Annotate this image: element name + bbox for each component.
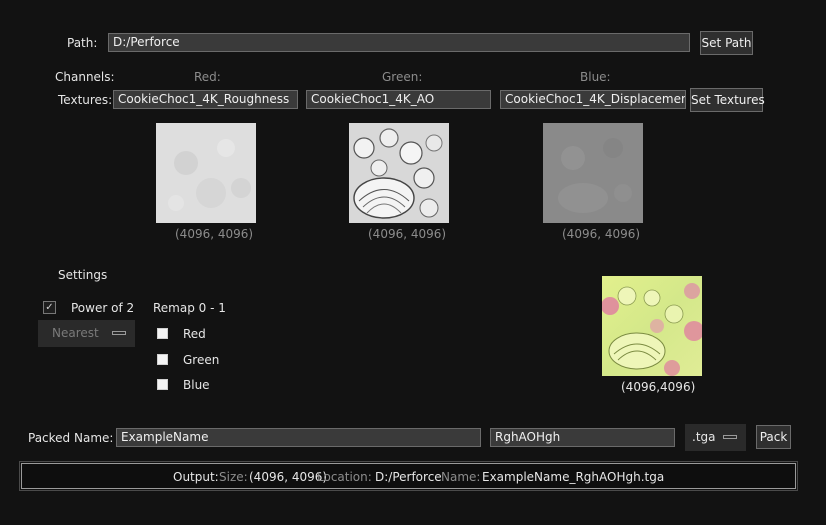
texture-blue-input[interactable]: CookieChoc1_4K_Displacement xyxy=(500,90,686,109)
format-selected-value: .tga xyxy=(692,430,716,444)
blue-channel-preview-image xyxy=(543,123,643,223)
path-input[interactable]: D:/Perforce xyxy=(108,33,690,52)
output-location-value: D:/Perforce xyxy=(375,470,442,484)
packed-name-input[interactable]: ExampleName xyxy=(116,428,481,447)
resample-selected-value: Nearest xyxy=(52,326,99,340)
red-channel-preview-image xyxy=(156,123,256,223)
remap-red-checkbox[interactable] xyxy=(157,328,168,339)
red-preview-size: (4096, 4096) xyxy=(175,227,254,241)
channels-label: Channels: xyxy=(55,70,115,84)
settings-title: Settings xyxy=(58,268,108,282)
textures-label: Textures: xyxy=(58,93,113,107)
checkmark-icon: ✓ xyxy=(45,302,54,313)
pack-button[interactable]: Pack xyxy=(756,425,791,449)
remap-green-label: Green xyxy=(183,353,220,367)
output-label: Output: xyxy=(173,470,219,484)
green-preview-size: (4096, 4096) xyxy=(368,227,447,241)
channel-blue-label: Blue: xyxy=(580,70,611,84)
dropdown-indicator-icon xyxy=(723,435,737,439)
blue-preview-size: (4096, 4096) xyxy=(562,227,641,241)
remap-red-label: Red xyxy=(183,327,206,341)
power-of-2-checkbox[interactable]: ✓ xyxy=(43,301,56,314)
set-path-button[interactable]: Set Path xyxy=(700,31,753,55)
set-textures-button[interactable]: Set Textures xyxy=(690,88,765,112)
channel-green-label: Green: xyxy=(382,70,423,84)
texture-red-input[interactable]: CookieChoc1_4K_Roughness xyxy=(113,90,298,109)
output-location-label: Location: xyxy=(317,470,372,484)
texture-green-input[interactable]: CookieChoc1_4K_AO xyxy=(306,90,491,109)
packed-preview-image xyxy=(602,276,702,376)
remap-blue-checkbox[interactable] xyxy=(157,379,168,390)
remap-green-checkbox[interactable] xyxy=(157,354,168,365)
channel-red-label: Red: xyxy=(194,70,221,84)
remap-blue-label: Blue xyxy=(183,378,210,392)
path-label: Path: xyxy=(67,36,98,50)
remap-title: Remap 0 - 1 xyxy=(153,301,226,315)
output-name-label: Name: xyxy=(441,470,481,484)
output-size-label: Size: xyxy=(219,470,248,484)
dropdown-indicator-icon xyxy=(112,331,126,335)
packed-name-label: Packed Name: xyxy=(28,431,114,445)
output-size-value: (4096, 4096) xyxy=(249,470,328,484)
resample-dropdown[interactable]: Nearest xyxy=(38,320,135,347)
green-channel-preview-image xyxy=(349,123,449,223)
format-dropdown[interactable]: .tga xyxy=(685,424,746,451)
packed-preview-size: (4096,4096) xyxy=(621,380,696,394)
power-of-2-label: Power of 2 xyxy=(71,301,135,315)
output-bar: Output: Size: (4096, 4096) Location: D:/… xyxy=(19,461,798,491)
output-name-value: ExampleName_RghAOHgh.tga xyxy=(482,470,665,484)
packed-suffix-input[interactable]: RghAOHgh xyxy=(490,428,675,447)
